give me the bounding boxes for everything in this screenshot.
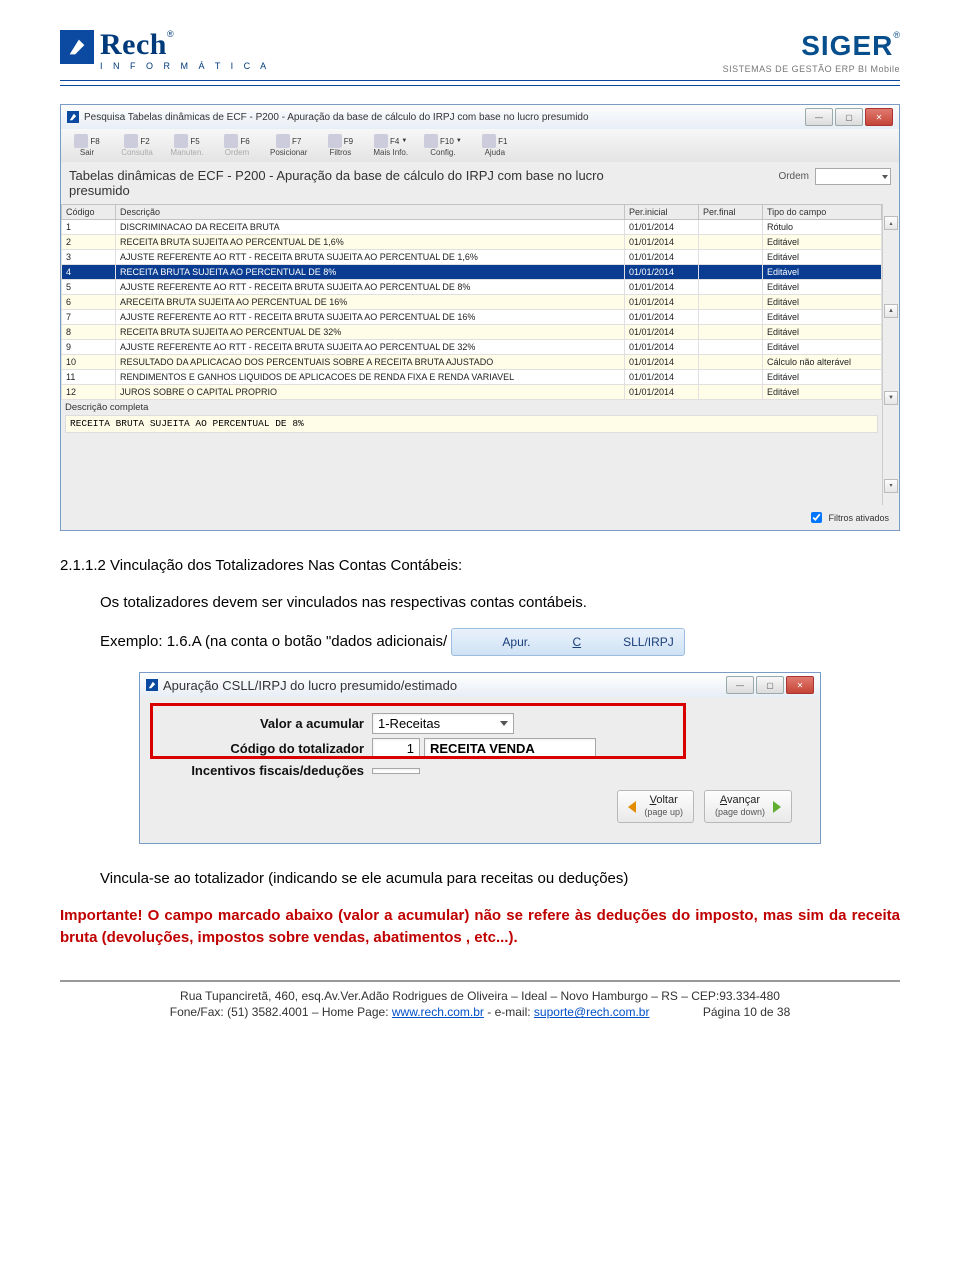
logo-rech: Rech® I N F O R M Á T I C A xyxy=(60,30,270,71)
col-header[interactable]: Descrição xyxy=(116,205,625,220)
last-button[interactable]: ▾ xyxy=(884,479,898,493)
siger-sub: SISTEMAS DE GESTÃO ERP BI Mobile xyxy=(723,64,900,74)
down-button[interactable]: ▼ xyxy=(884,391,898,405)
ordem-dropdown[interactable] xyxy=(815,168,891,185)
toolbar-consulta: F2Consulta xyxy=(113,131,161,160)
body-p1: Os totalizadores devem ser vinculados na… xyxy=(60,592,900,615)
table-row[interactable]: 8RECEITA BRUTA SUJEITA AO PERCENTUAL DE … xyxy=(62,325,882,340)
body-p3: Vincula-se ao totalizador (indicando se … xyxy=(60,868,900,891)
avancar-button[interactable]: Avançar(page down) xyxy=(704,790,792,823)
table-row[interactable]: 11RENDIMENTOS E GANHOS LIQUIDOS DE APLIC… xyxy=(62,370,882,385)
voltar-button[interactable]: Voltar(page up) xyxy=(617,790,694,823)
valor-acumular-dropdown[interactable]: 1-Receitas xyxy=(372,713,514,734)
codigo-totalizador-input[interactable]: 1 xyxy=(372,738,420,759)
arrow-left-icon xyxy=(628,801,636,813)
col-header[interactable]: Per.inicial xyxy=(625,205,699,220)
incentivos-label: Incentivos fiscais/deduções xyxy=(154,763,372,778)
window2-title: Apuração CSLL/IRPJ do lucro presumido/es… xyxy=(163,678,457,693)
window-title: Pesquisa Tabelas dinâmicas de ECF - P200… xyxy=(84,112,589,123)
toolbar-filtros[interactable]: F9Filtros xyxy=(316,131,364,160)
page-footer: Rua Tupanciretã, 460, esq.Av.Ver.Adão Ro… xyxy=(60,980,900,1022)
table-row[interactable]: 7AJUSTE REFERENTE AO RTT - RECEITA BRUTA… xyxy=(62,310,882,325)
desc-label: Descrição completa xyxy=(65,402,878,413)
window-apuracao: Apuração CSLL/IRPJ do lucro presumido/es… xyxy=(139,672,821,844)
important-note: Importante! O campo marcado abaixo (valo… xyxy=(60,905,900,950)
body-p2: Exemplo: 1.6.A (na conta o botão "dados … xyxy=(100,633,447,650)
ordem-label: Ordem xyxy=(778,171,809,182)
rech-name: Rech xyxy=(100,28,167,61)
rech-sub: I N F O R M Á T I C A xyxy=(100,62,270,71)
data-grid[interactable]: CódigoDescriçãoPer.inicialPer.finalTipo … xyxy=(61,204,882,400)
app-icon xyxy=(146,679,158,691)
table-row[interactable]: 3AJUSTE REFERENTE AO RTT - RECEITA BRUTA… xyxy=(62,250,882,265)
table-row[interactable]: 4RECEITA BRUTA SUJEITA AO PERCENTUAL DE … xyxy=(62,265,882,280)
panel-title: Tabelas dinâmicas de ECF - P200 - Apuraç… xyxy=(69,168,629,198)
minimize-button[interactable]: — xyxy=(726,676,754,694)
col-header[interactable]: Código xyxy=(62,205,116,220)
toolbar-ajuda[interactable]: F1Ajuda xyxy=(471,131,519,160)
table-row[interactable]: 10RESULTADO DA APLICACAO DOS PERCENTUAIS… xyxy=(62,355,882,370)
toolbar-manuten: F5Manuten. xyxy=(163,131,211,160)
apur-csll-irpj-button[interactable]: Apur.CSLL/IRPJ xyxy=(451,628,684,656)
toolbar-maisinfo[interactable]: F4 ▼Mais Info. xyxy=(366,131,415,160)
siger-name: SIGER xyxy=(801,30,893,61)
table-row[interactable]: 2RECEITA BRUTA SUJEITA AO PERCENTUAL DE … xyxy=(62,235,882,250)
grid-nav-buttons: ▴ ▲ ▼ ▾ xyxy=(882,204,899,505)
codigo-totalizador-name: RECEITA VENDA xyxy=(424,738,596,759)
app-icon xyxy=(67,111,79,123)
maximize-button[interactable]: ▢ xyxy=(835,108,863,126)
codigo-totalizador-label: Código do totalizador xyxy=(154,741,372,756)
up-button[interactable]: ▲ xyxy=(884,304,898,318)
close-button[interactable]: ✕ xyxy=(786,676,814,694)
table-row[interactable]: 1DISCRIMINACAO DA RECEITA BRUTA01/01/201… xyxy=(62,220,882,235)
section-heading: 2.1.1.2 Vinculação dos Totalizadores Nas… xyxy=(60,555,900,578)
valor-acumular-label: Valor a acumular xyxy=(154,716,372,731)
close-button[interactable]: ✕ xyxy=(865,108,893,126)
incentivos-input[interactable] xyxy=(372,768,420,774)
minimize-button[interactable]: — xyxy=(805,108,833,126)
toolbar-posicionar[interactable]: F7Posicionar xyxy=(263,131,314,160)
table-row[interactable]: 12JUROS SOBRE O CAPITAL PROPRIO01/01/201… xyxy=(62,385,882,400)
desc-value: RECEITA BRUTA SUJEITA AO PERCENTUAL DE 8… xyxy=(65,415,878,433)
col-header[interactable]: Per.final xyxy=(699,205,763,220)
toolbar-config[interactable]: F10 ▼Config. xyxy=(417,131,469,160)
filters-checkbox[interactable]: Filtros ativados xyxy=(807,509,889,526)
email-link[interactable]: suporte@rech.com.br xyxy=(534,1005,650,1019)
maximize-button[interactable]: ▢ xyxy=(756,676,784,694)
homepage-link[interactable]: www.rech.com.br xyxy=(392,1005,484,1019)
first-button[interactable]: ▴ xyxy=(884,216,898,230)
toolbar-ordem: F6Ordem xyxy=(213,131,261,160)
footer-line1: Rua Tupanciretã, 460, esq.Av.Ver.Adão Ro… xyxy=(60,988,900,1005)
logo-siger: SIGER® SISTEMAS DE GESTÃO ERP BI Mobile xyxy=(723,30,900,74)
toolbar: F8SairF2ConsultaF5Manuten.F6OrdemF7Posic… xyxy=(61,129,899,162)
col-header[interactable]: Tipo do campo xyxy=(763,205,882,220)
arrow-right-icon xyxy=(773,801,781,813)
window-tabelas-dinamicas: Pesquisa Tabelas dinâmicas de ECF - P200… xyxy=(60,104,900,531)
table-row[interactable]: 9AJUSTE REFERENTE AO RTT - RECEITA BRUTA… xyxy=(62,340,882,355)
toolbar-sair[interactable]: F8Sair xyxy=(63,131,111,160)
table-row[interactable]: 5AJUSTE REFERENTE AO RTT - RECEITA BRUTA… xyxy=(62,280,882,295)
table-row[interactable]: 6ARECEITA BRUTA SUJEITA AO PERCENTUAL DE… xyxy=(62,295,882,310)
